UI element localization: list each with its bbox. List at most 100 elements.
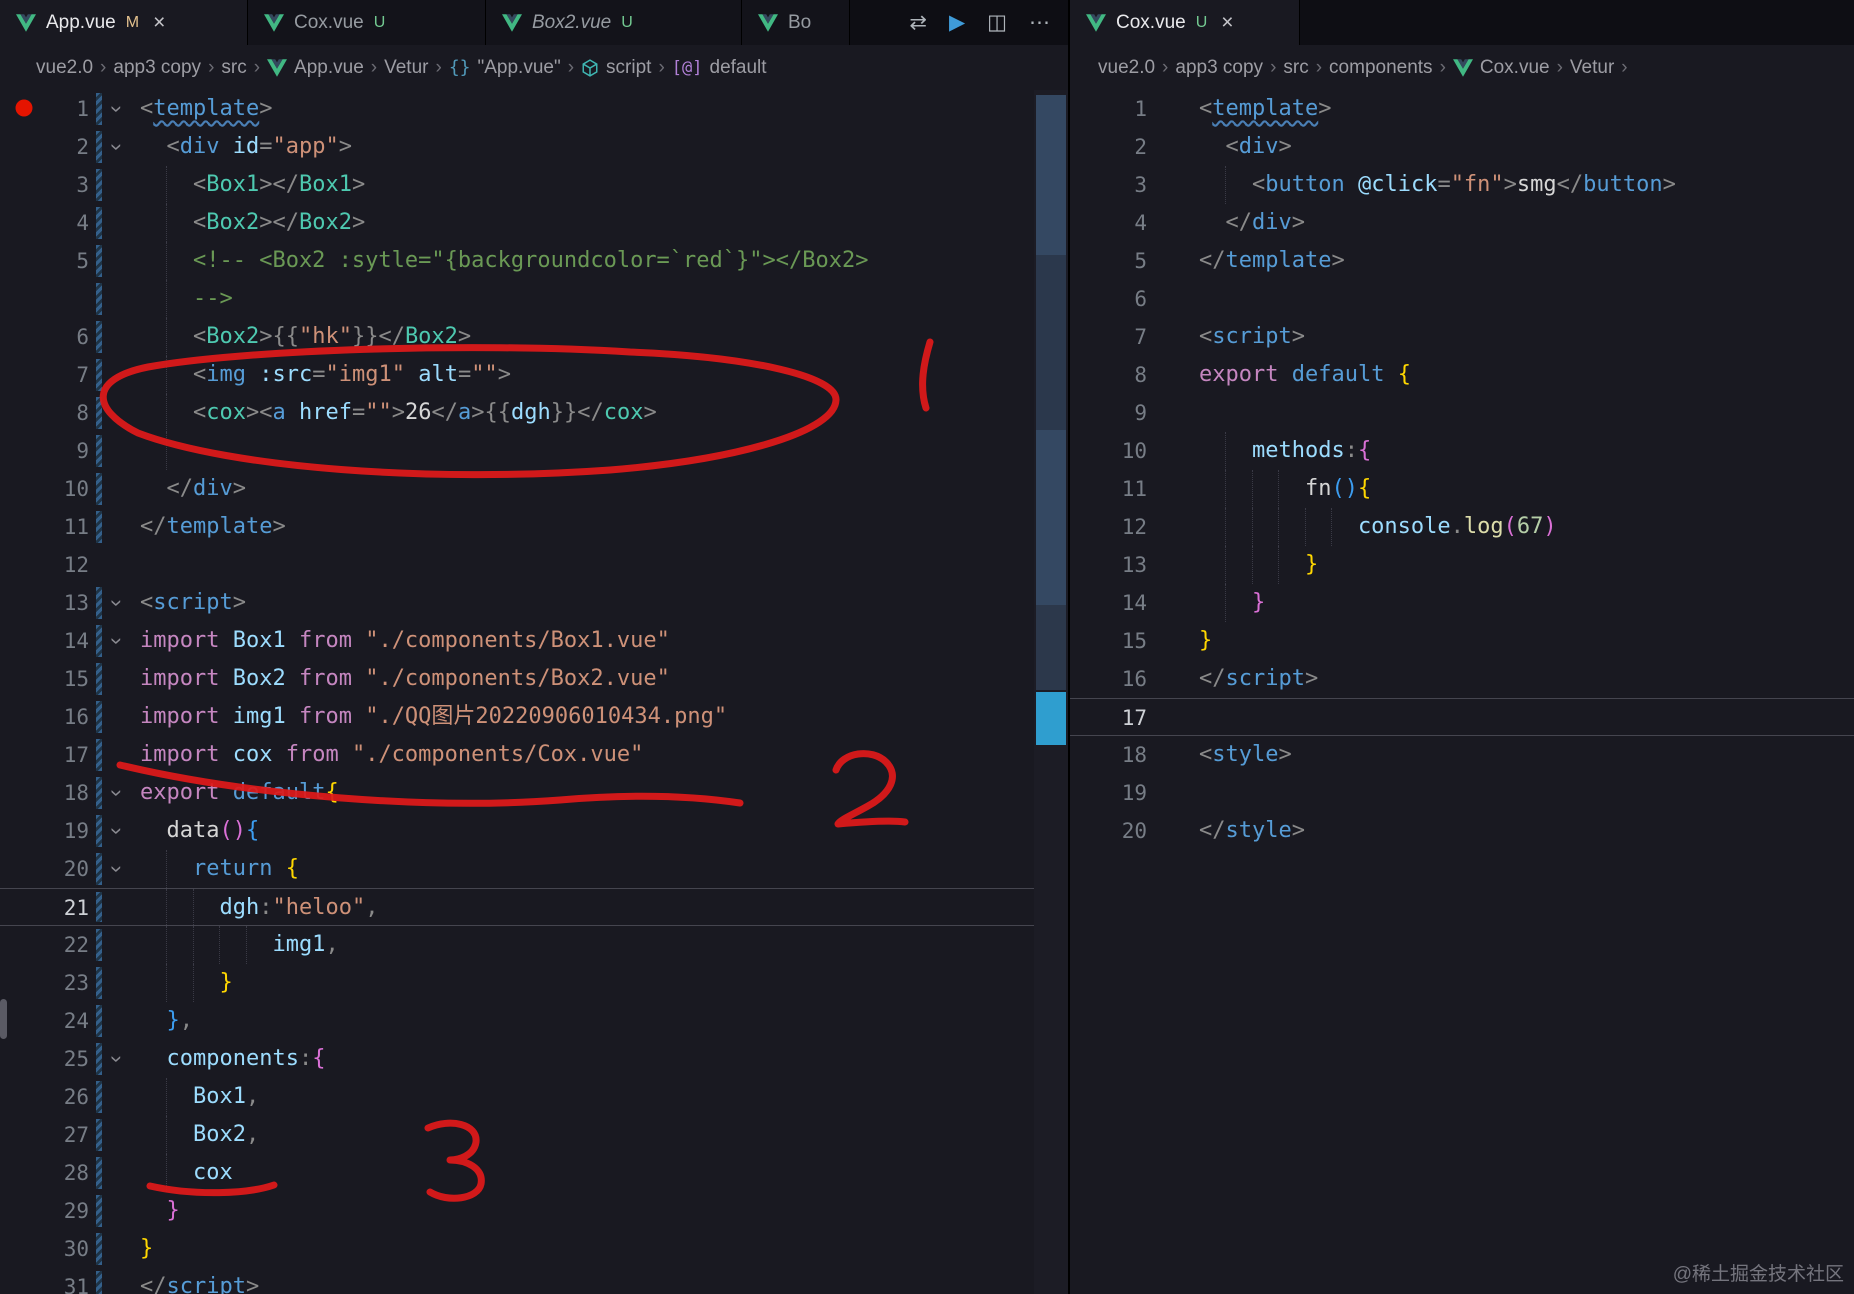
code-line-5[interactable]: 5 </template> xyxy=(1070,242,1854,280)
code-line-13[interactable]: 13 } xyxy=(1070,546,1854,584)
code-text: export default { xyxy=(1199,362,1411,387)
code-line-20[interactable]: 20 </style> xyxy=(1070,812,1854,850)
breadcrumb-item-vetur[interactable]: Vetur xyxy=(384,57,428,79)
code-line-1[interactable]: 1 › <template> xyxy=(0,90,1034,128)
line-number: 9 xyxy=(76,439,89,463)
fold-chevron-icon[interactable]: › xyxy=(98,780,136,806)
line-number: 14 xyxy=(63,629,89,653)
breadcrumb-item-app3-copy[interactable]: app3 copy xyxy=(1175,57,1263,79)
code-line-17[interactable]: 17 xyxy=(1070,698,1854,736)
code-line-2[interactable]: 2 › <div id="app"> xyxy=(0,128,1034,166)
editor-group-divider[interactable] xyxy=(1068,0,1070,1294)
editor-pane-left[interactable]: 1 › <template> 2 › <div id="app"> 3 <Box1></B… xyxy=(0,90,1068,1294)
code-line-25[interactable]: 25 › components:{ xyxy=(0,1040,1034,1078)
breadcrumb-item-app-vue[interactable]: App.vue xyxy=(267,57,364,79)
code-line-9[interactable]: 9 xyxy=(1070,394,1854,432)
code-line-12[interactable]: 12 xyxy=(0,546,1034,584)
code-line-7[interactable]: 7 <script> xyxy=(1070,318,1854,356)
breadcrumb-item-default[interactable]: [@] default xyxy=(672,57,767,79)
fold-chevron-icon[interactable]: › xyxy=(98,96,136,122)
code-line-30[interactable]: 30} xyxy=(0,1230,1034,1268)
code-line-22[interactable]: 22 img1, xyxy=(0,926,1034,964)
code-line-31[interactable]: 31 </script> xyxy=(0,1268,1034,1294)
code-line-21[interactable]: 21 dgh:"heloo", xyxy=(0,888,1034,926)
code-text: <script> xyxy=(1199,324,1305,349)
code-line-15[interactable]: 15 import Box2 from "./components/Box2.vu… xyxy=(0,660,1034,698)
code-line-11[interactable]: 11 </template> xyxy=(0,508,1034,546)
breadcrumb-item-vetur[interactable]: Vetur xyxy=(1570,57,1614,79)
code-line-20[interactable]: 20 › return { xyxy=(0,850,1034,888)
code-line-26[interactable]: 26 Box1, xyxy=(0,1078,1034,1116)
code-line-9[interactable]: 9 xyxy=(0,432,1034,470)
breadcrumb-item-app3-copy[interactable]: app3 copy xyxy=(113,57,201,79)
code-line-2[interactable]: 2 <div> xyxy=(1070,128,1854,166)
braces-icon: {} xyxy=(448,57,471,78)
code-line-14[interactable]: 14 › import Box1 from "./components/Box1.v… xyxy=(0,622,1034,660)
breadcrumb-item-src[interactable]: src xyxy=(1283,57,1308,79)
run-icon[interactable]: ▶ xyxy=(949,10,965,35)
code-line-4[interactable]: 4 <Box2></Box2> xyxy=(0,204,1034,242)
code-line-5[interactable]: 5 <!-- <Box2 :sytle="{backgroundcolor=`r… xyxy=(0,242,1034,280)
code-line-17[interactable]: 17 import cox from "./components/Cox.vue" xyxy=(0,736,1034,774)
code-line-18[interactable]: 18 <style> xyxy=(1070,736,1854,774)
left-edge-scrollbar[interactable] xyxy=(0,999,7,1039)
split-editor-icon[interactable]: ◫ xyxy=(987,10,1007,35)
code-line-4[interactable]: 4 </div> xyxy=(1070,204,1854,242)
tab-cox-vue[interactable]: Cox.vue U × xyxy=(1070,0,1300,45)
breadcrumb-label: Cox.vue xyxy=(1479,56,1550,78)
code-line-3[interactable]: 3 <button @click="fn">smg</button> xyxy=(1070,166,1854,204)
code-line-10[interactable]: 10 </div> xyxy=(0,470,1034,508)
breadcrumb-item-vue2-0[interactable]: vue2.0 xyxy=(36,57,93,79)
code-line-28[interactable]: 28 cox xyxy=(0,1154,1034,1192)
code-line-3[interactable]: 3 <Box1></Box1> xyxy=(0,166,1034,204)
code-line-27[interactable]: 27 Box2, xyxy=(0,1116,1034,1154)
fold-chevron-icon[interactable]: › xyxy=(98,590,136,616)
compare-changes-icon[interactable]: ⇄ xyxy=(909,10,927,35)
more-actions-icon[interactable]: ⋯ xyxy=(1029,10,1050,35)
code-line-16[interactable]: 16 import img1 from "./QQ图片20220906010434… xyxy=(0,698,1034,736)
code-line-wrap[interactable]: --> xyxy=(0,280,1034,318)
tab-cox-vue[interactable]: Cox.vue U xyxy=(248,0,486,45)
editor-pane-right[interactable]: 1 <template> 2 <div> 3 <button @click="fn">… xyxy=(1070,90,1854,1294)
code-text: cox xyxy=(140,1160,233,1185)
code-line-10[interactable]: 10 methods:{ xyxy=(1070,432,1854,470)
fold-chevron-icon[interactable]: › xyxy=(98,856,136,882)
close-icon[interactable]: × xyxy=(1221,11,1233,35)
tab-box2-vue[interactable]: Box2.vue U xyxy=(486,0,742,45)
minimap-scrollbar[interactable] xyxy=(1034,90,1068,1294)
code-line-6[interactable]: 6 xyxy=(1070,280,1854,318)
code-line-19[interactable]: 19 › data(){ xyxy=(0,812,1034,850)
fold-chevron-icon[interactable]: › xyxy=(98,134,136,160)
fold-chevron-icon[interactable]: › xyxy=(98,818,136,844)
code-line-14[interactable]: 14 } xyxy=(1070,584,1854,622)
code-line-23[interactable]: 23 } xyxy=(0,964,1034,1002)
close-icon[interactable]: × xyxy=(153,11,165,35)
code-line-13[interactable]: 13 › <script> xyxy=(0,584,1034,622)
code-line-16[interactable]: 16 </script> xyxy=(1070,660,1854,698)
code-line-19[interactable]: 19 xyxy=(1070,774,1854,812)
code-line-29[interactable]: 29 } xyxy=(0,1192,1034,1230)
code-line-6[interactable]: 6 <Box2>{{"hk"}}</Box2> xyxy=(0,318,1034,356)
code-line-8[interactable]: 8 export default { xyxy=(1070,356,1854,394)
breadcrumb-item-script[interactable]: script xyxy=(581,57,651,79)
line-number: 11 xyxy=(63,515,89,539)
breadcrumb-item-components[interactable]: components xyxy=(1329,57,1433,79)
breadcrumb-item-src[interactable]: src xyxy=(221,57,246,79)
code-line-8[interactable]: 8 <cox><a href="">26</a>{{dgh}}</cox> xyxy=(0,394,1034,432)
breadcrumb-item--app-vue-[interactable]: {} "App.vue" xyxy=(449,57,561,79)
line-number: 11 xyxy=(1121,477,1147,501)
code-line-11[interactable]: 11 fn(){ xyxy=(1070,470,1854,508)
code-line-12[interactable]: 12 console.log(67) xyxy=(1070,508,1854,546)
fold-chevron-icon[interactable]: › xyxy=(98,628,136,654)
breadcrumb-item-vue2-0[interactable]: vue2.0 xyxy=(1098,57,1155,79)
code-line-15[interactable]: 15} xyxy=(1070,622,1854,660)
code-line-18[interactable]: 18 › export default{ xyxy=(0,774,1034,812)
fold-chevron-icon[interactable]: › xyxy=(98,1046,136,1072)
code-line-7[interactable]: 7 <img :src="img1" alt=""> xyxy=(0,356,1034,394)
code-line-24[interactable]: 24 }, xyxy=(0,1002,1034,1040)
code-line-1[interactable]: 1 <template> xyxy=(1070,90,1854,128)
breadcrumb-item-cox-vue[interactable]: Cox.vue xyxy=(1452,56,1550,79)
tab-app-vue[interactable]: App.vue M × xyxy=(0,0,248,45)
tab-bo[interactable]: Bo xyxy=(742,0,850,45)
code-text: <button @click="fn">smg</button> xyxy=(1199,172,1676,197)
